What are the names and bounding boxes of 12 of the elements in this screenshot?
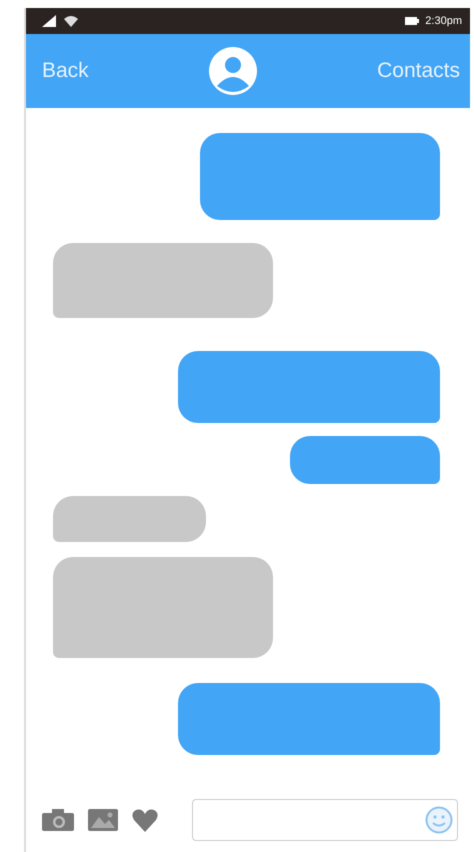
status-time: 2:30pm (425, 15, 462, 27)
contacts-button[interactable]: Contacts (371, 55, 466, 87)
message-input-field[interactable] (192, 799, 458, 841)
wifi-icon (64, 15, 78, 27)
heart-icon[interactable] (132, 808, 158, 832)
image-icon[interactable] (88, 809, 118, 831)
camera-icon[interactable] (42, 809, 74, 831)
signal-icon (42, 15, 58, 27)
smiley-icon[interactable] (425, 806, 453, 834)
avatar-icon (208, 46, 258, 96)
back-button[interactable]: Back (36, 55, 95, 87)
battery-icon (405, 17, 420, 25)
